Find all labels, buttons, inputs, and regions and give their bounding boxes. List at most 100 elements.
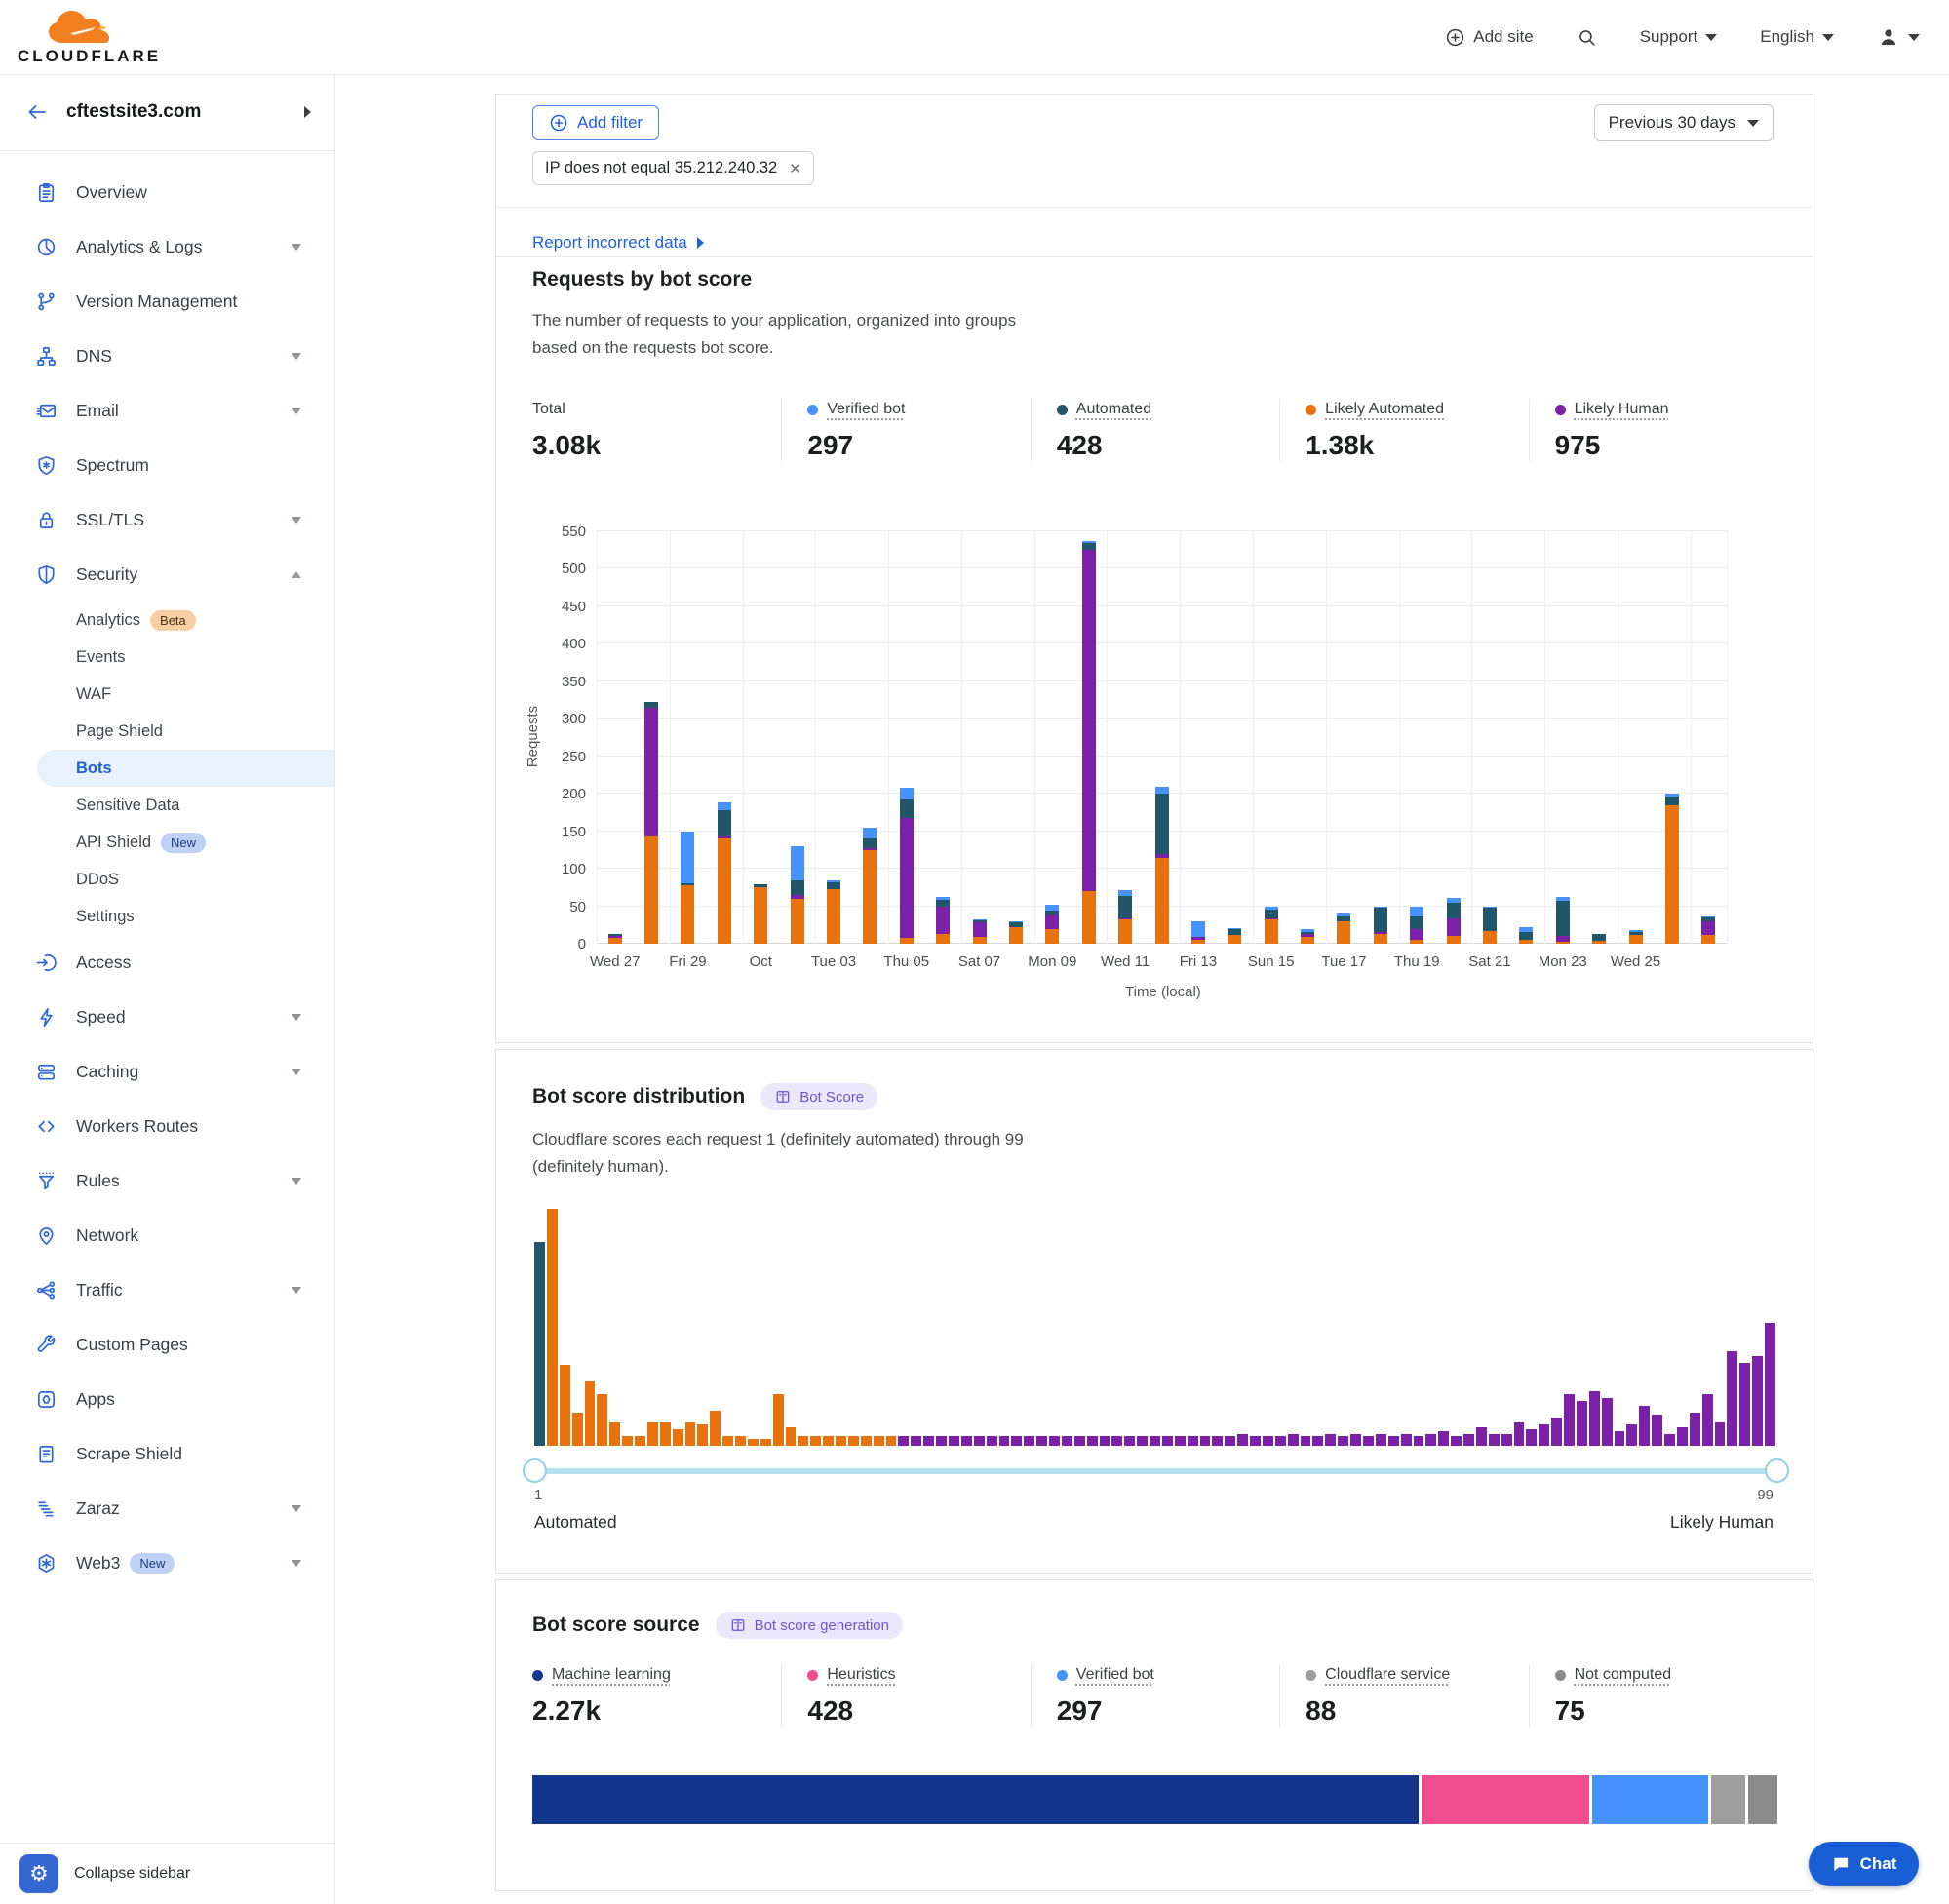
histogram-bin xyxy=(697,1424,708,1446)
sidebar-item-overview[interactable]: Overview xyxy=(0,165,334,219)
share-icon xyxy=(35,1279,58,1302)
site-chevron-right-icon[interactable] xyxy=(304,106,311,118)
stat-label[interactable]: Heuristics xyxy=(827,1666,895,1684)
sidebar-item-label: SSL/TLS xyxy=(76,510,144,530)
filter-chip[interactable]: IP does not equal 35.212.240.32 ✕ xyxy=(532,151,814,185)
histogram-bin xyxy=(1350,1434,1361,1446)
histogram-bin xyxy=(1150,1436,1160,1446)
sidebar-item-workers-routes[interactable]: Workers Routes xyxy=(0,1099,334,1153)
language-menu[interactable]: English xyxy=(1760,27,1834,47)
date-range-select[interactable]: Previous 30 days xyxy=(1594,104,1774,141)
stat-label[interactable]: Automated xyxy=(1076,401,1151,418)
chevron-down-icon xyxy=(292,517,301,524)
bar-segment-likely-automated xyxy=(1191,940,1205,944)
sidebar-item-caching[interactable]: Caching xyxy=(0,1044,334,1099)
histogram-bin xyxy=(1539,1424,1549,1446)
sidebar-item-sensitive-data[interactable]: Sensitive Data xyxy=(0,787,334,824)
bar-segment-automated xyxy=(1009,922,1023,927)
sidebar-item-dns[interactable]: DNS xyxy=(0,329,334,383)
account-menu[interactable] xyxy=(1877,25,1920,49)
sidebar-item-api-shield[interactable]: API ShieldNew xyxy=(0,824,334,861)
search-button[interactable] xyxy=(1577,27,1597,48)
stat-label[interactable]: Machine learning xyxy=(552,1666,671,1684)
source-segment-heuristics xyxy=(1422,1775,1588,1824)
shield-icon xyxy=(35,563,58,586)
slider-handle-min[interactable] xyxy=(523,1458,547,1483)
remove-filter-icon[interactable]: ✕ xyxy=(789,160,801,177)
gridline-vertical xyxy=(815,531,816,944)
chat-button[interactable]: Chat xyxy=(1809,1842,1919,1886)
stat-label[interactable]: Verified bot xyxy=(1076,1666,1154,1684)
badge-new: New xyxy=(130,1553,175,1574)
bar-segment-automated xyxy=(791,880,804,895)
chevron-down-icon xyxy=(292,1014,301,1021)
sidebar-item-network[interactable]: Network xyxy=(0,1208,334,1263)
sidebar-item-custom-pages[interactable]: Custom Pages xyxy=(0,1317,334,1372)
collapse-sidebar-button[interactable]: Collapse sidebar xyxy=(74,1865,190,1883)
sidebar-item-ddos[interactable]: DDoS xyxy=(0,861,334,898)
bar-segment-automated xyxy=(1410,916,1423,929)
sidebar-item-zaraz[interactable]: Zaraz xyxy=(0,1481,334,1535)
histogram-bin xyxy=(886,1436,897,1446)
bar-segment-verified-bot xyxy=(1483,907,1497,909)
bar-segment-likely-automated xyxy=(1374,934,1387,944)
sidebar-item-spectrum[interactable]: Spectrum xyxy=(0,438,334,492)
sidebar-item-access[interactable]: Access xyxy=(0,935,334,990)
sidebar-item-web3[interactable]: Web3New xyxy=(0,1535,334,1590)
stat-label[interactable]: Cloudflare service xyxy=(1325,1666,1450,1684)
y-tick-label: 350 xyxy=(527,674,586,690)
sidebar-item-version-management[interactable]: Version Management xyxy=(0,274,334,329)
sidebar-item-bots[interactable]: Bots xyxy=(37,750,334,787)
add-site-button[interactable]: Add site xyxy=(1445,27,1533,48)
sidebar-item-apps[interactable]: Apps xyxy=(0,1372,334,1426)
histogram-bin xyxy=(685,1422,696,1446)
bar-segment-automated xyxy=(973,920,987,922)
bot-score-badge[interactable]: Bot Score xyxy=(760,1083,877,1110)
stat-label[interactable]: Verified bot xyxy=(827,401,905,418)
quick-settings-button[interactable]: ⚙ xyxy=(19,1854,58,1893)
mail-icon xyxy=(35,400,58,422)
sidebar-item-label: Version Management xyxy=(76,291,237,312)
gridline-vertical xyxy=(1107,531,1108,944)
histogram-bin xyxy=(949,1436,959,1446)
sidebar-item-security[interactable]: Security xyxy=(0,547,334,602)
chevron-down-icon xyxy=(292,353,301,360)
sidebar-item-traffic[interactable]: Traffic xyxy=(0,1263,334,1317)
stat-label[interactable]: Likely Automated xyxy=(1325,401,1444,418)
person-icon xyxy=(1877,25,1900,49)
sidebar-item-scrape-shield[interactable]: Scrape Shield xyxy=(0,1426,334,1481)
bar-segment-likely-automated xyxy=(608,938,622,944)
sidebar-item-waf[interactable]: WAF xyxy=(0,676,334,713)
stat-label[interactable]: Likely Human xyxy=(1575,401,1669,418)
legend-dot-icon xyxy=(807,1670,818,1681)
bar-segment-automated xyxy=(1301,932,1314,934)
report-incorrect-data-link[interactable]: Report incorrect data xyxy=(532,218,704,267)
back-arrow-icon[interactable] xyxy=(25,100,49,124)
histogram-bin xyxy=(1288,1434,1299,1446)
slider-handle-max[interactable] xyxy=(1765,1458,1789,1483)
legend-dot-icon xyxy=(1306,1670,1316,1681)
bar-segment-verified-bot xyxy=(1701,916,1715,918)
add-filter-button[interactable]: Add filter xyxy=(532,105,659,140)
sidebar-item-label: Page Shield xyxy=(76,722,163,741)
sidebar-item-events[interactable]: Events xyxy=(0,639,334,676)
sidebar-item-page-shield[interactable]: Page Shield xyxy=(0,713,334,750)
sidebar-item-settings[interactable]: Settings xyxy=(0,898,334,935)
bot-score-generation-badge[interactable]: Bot score generation xyxy=(716,1612,903,1639)
sidebar-item-email[interactable]: Email xyxy=(0,383,334,438)
gridline-vertical xyxy=(743,531,744,944)
sidebar-item-rules[interactable]: Rules xyxy=(0,1153,334,1208)
site-name: cftestsite3.com xyxy=(66,101,287,123)
sidebar-item-speed[interactable]: Speed xyxy=(0,990,334,1044)
histogram-bin xyxy=(1652,1415,1662,1446)
score-range-slider[interactable] xyxy=(534,1468,1777,1474)
stat-label[interactable]: Not computed xyxy=(1575,1666,1672,1684)
cloudflare-logo[interactable]: CLOUDFLARE xyxy=(18,8,144,66)
sidebar-item-ssl-tls[interactable]: SSL/TLS xyxy=(0,492,334,547)
requests-card-title: Requests by bot score xyxy=(532,268,752,291)
bar-segment-verified-bot xyxy=(1410,907,1423,915)
sidebar-item-analytics-logs[interactable]: Analytics & Logs xyxy=(0,219,334,274)
book-icon xyxy=(774,1088,792,1106)
sidebar-item-analytics[interactable]: AnalyticsBeta xyxy=(0,602,334,639)
support-menu[interactable]: Support xyxy=(1640,27,1718,47)
